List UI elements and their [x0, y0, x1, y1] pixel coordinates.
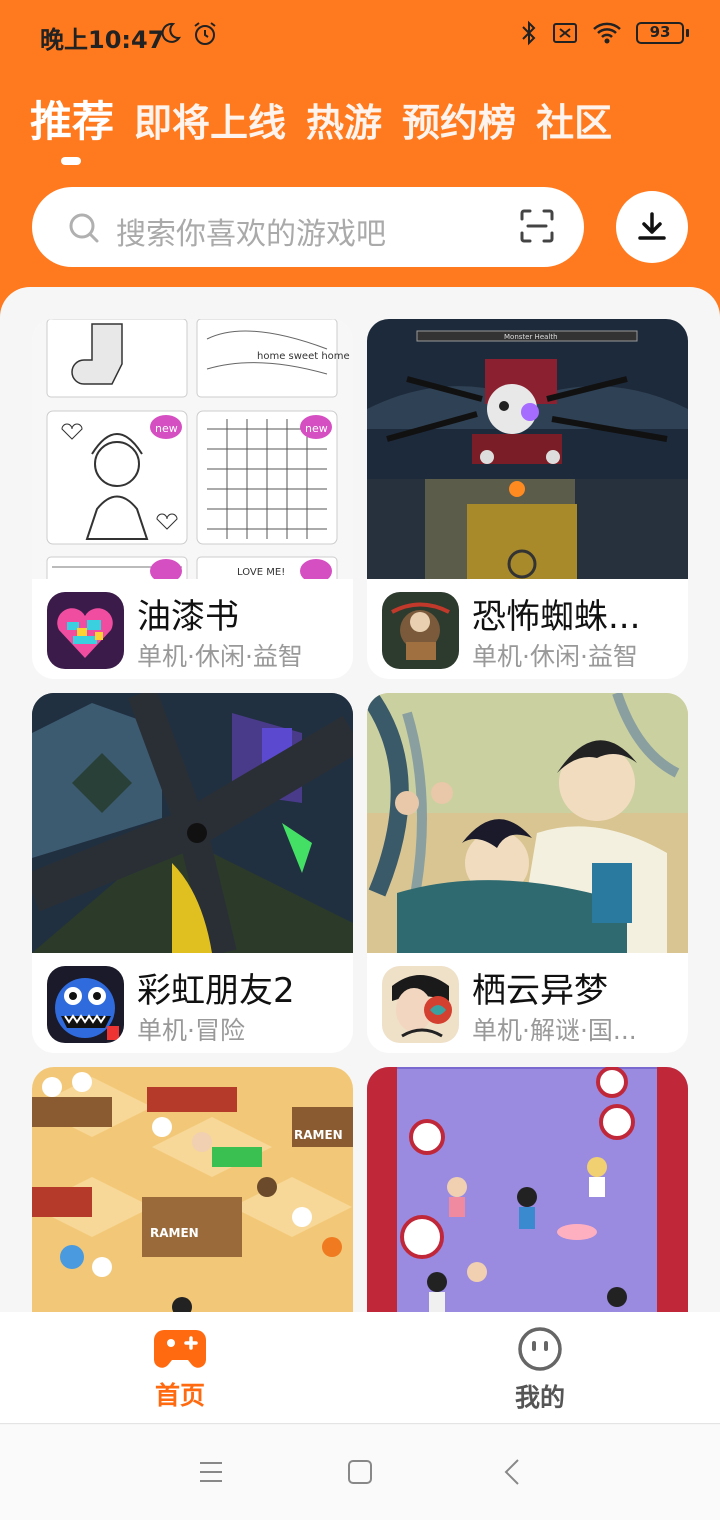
game-title: 油漆书: [137, 597, 239, 637]
status-time: 晚上10:47: [40, 26, 165, 54]
status-right-icons: 93: [520, 20, 689, 46]
gamepad-icon: [154, 1330, 206, 1368]
search-icon: [69, 213, 99, 243]
game-cover-image: [32, 693, 353, 953]
ramen-sign: RAMEN: [294, 1128, 343, 1142]
face-icon: [518, 1327, 562, 1371]
tab-upcoming[interactable]: 即将上线: [134, 92, 286, 147]
back-icon[interactable]: [503, 1458, 521, 1486]
game-card[interactable]: 栖云异梦 单机·解谜·国...: [367, 693, 688, 1053]
sim-off-icon: [553, 23, 577, 43]
game-card[interactable]: 彩虹朋友2 单机·冒险: [32, 693, 353, 1053]
monster-health-label: Monster Health: [504, 333, 558, 341]
nav-profile[interactable]: 我的: [490, 1326, 590, 1414]
home-icon[interactable]: [347, 1459, 373, 1485]
nav-label-home: 首页: [154, 1381, 205, 1410]
tab-community[interactable]: 社区: [536, 92, 612, 147]
love-me-text: LOVE ME!: [237, 567, 285, 578]
game-card[interactable]: [367, 1067, 688, 1312]
tab-reservation-chart[interactable]: 预约榜: [402, 92, 516, 147]
app-icon: [382, 966, 459, 1043]
game-title: 彩虹朋友2: [137, 971, 295, 1011]
game-cover-image: Monster Health: [367, 319, 688, 579]
game-card[interactable]: Monster Health 恐怖蜘蛛... 单机·休闲·益智: [367, 319, 688, 679]
game-tags: 单机·休闲·益智: [472, 642, 638, 671]
game-info: 栖云异梦 单机·解谜·国...: [367, 953, 688, 1053]
moon-icon: [161, 22, 182, 43]
status-left-icons: [158, 21, 218, 47]
scan-icon[interactable]: [520, 209, 554, 243]
tab-indicator: [61, 157, 81, 165]
game-cover-image: home sweet home new new LOVE ME!: [32, 319, 353, 579]
nav-label-profile: 我的: [514, 1383, 565, 1412]
game-tags: 单机·冒险: [137, 1016, 245, 1045]
nav-home[interactable]: 首页: [130, 1326, 230, 1412]
battery-level: 93: [649, 23, 671, 41]
app-icon: [47, 966, 124, 1043]
new-badge: new: [155, 422, 178, 435]
alarm-icon: [194, 22, 216, 45]
app-icon: [47, 592, 124, 669]
game-info: 恐怖蜘蛛... 单机·休闲·益智: [367, 579, 688, 679]
game-info: 油漆书 单机·休闲·益智: [32, 579, 353, 679]
home-sweet-home-text: home sweet home: [257, 351, 350, 362]
game-title: 栖云异梦: [472, 971, 608, 1011]
game-feed[interactable]: home sweet home new new LOVE ME! 油漆书 单机·…: [0, 287, 720, 1312]
download-button[interactable]: [616, 191, 688, 263]
new-badge: new: [305, 422, 328, 435]
game-info: 彩虹朋友2 单机·冒险: [32, 953, 353, 1053]
tab-bar: 推荐 即将上线 热游 预约榜 社区: [30, 88, 612, 149]
game-cover-image: [367, 1067, 688, 1312]
game-tags: 单机·解谜·国...: [472, 1016, 637, 1045]
game-card[interactable]: home sweet home new new LOVE ME! 油漆书 单机·…: [32, 319, 353, 679]
bottom-nav: 首页 我的: [0, 1312, 720, 1424]
game-cover-image: RAMEN RAMEN: [32, 1067, 353, 1312]
status-bar: 晚上10:47 93: [0, 0, 720, 70]
download-icon: [638, 212, 666, 240]
battery-icon: 93: [636, 22, 689, 44]
tab-hot-games[interactable]: 热游: [306, 92, 382, 147]
search-placeholder: 搜索你喜欢的游戏吧: [116, 217, 386, 252]
app-icon: [382, 592, 459, 669]
system-navigation-bar: [0, 1425, 720, 1520]
game-title: 恐怖蜘蛛...: [472, 597, 641, 637]
game-card[interactable]: RAMEN RAMEN: [32, 1067, 353, 1312]
game-tags: 单机·休闲·益智: [137, 642, 303, 671]
menu-icon[interactable]: [199, 1461, 223, 1483]
game-cover-image: [367, 693, 688, 953]
header: 晚上10:47 93 推荐 即将上线 热游 预约榜 社区 搜索你喜欢的游戏吧: [0, 0, 720, 330]
ramen-sign: RAMEN: [150, 1226, 199, 1240]
search-input[interactable]: 搜索你喜欢的游戏吧: [32, 187, 584, 267]
bluetooth-icon: [522, 20, 536, 46]
tab-recommend[interactable]: 推荐: [30, 88, 114, 149]
wifi-icon: [593, 22, 621, 44]
